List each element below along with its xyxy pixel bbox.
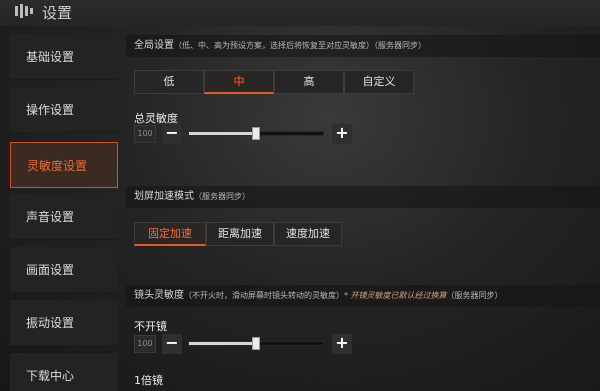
- no-scope-slider-thumb[interactable]: [252, 337, 260, 350]
- section-title: 镜头灵敏度: [134, 290, 184, 301]
- total-sensitivity-plus-button[interactable]: +: [332, 124, 352, 144]
- sidebar-item-label: 操作设置: [26, 103, 75, 117]
- gear-icon: [15, 4, 33, 18]
- no-scope-minus-button[interactable]: −: [162, 334, 182, 354]
- swipe-accel-header: 划屏加速模式（服务器同步）: [126, 186, 600, 208]
- accel-label: 速度加速: [286, 227, 330, 240]
- page-title: 设置: [42, 4, 73, 22]
- section-title: 全局设置: [134, 40, 174, 51]
- preset-medium-button[interactable]: 中: [204, 70, 274, 94]
- section-note: （不开火时，滑动屏幕时镜头转动的灵敏度）: [184, 291, 344, 300]
- accel-speed-button[interactable]: 速度加速: [274, 222, 342, 246]
- sidebar-item-basic[interactable]: 基础设置: [10, 34, 118, 80]
- accel-fixed-button[interactable]: 固定加速: [134, 222, 206, 246]
- sidebar-item-sound[interactable]: 声音设置: [10, 194, 118, 240]
- preset-label: 中: [233, 75, 245, 88]
- slider-fill: [189, 132, 256, 135]
- accel-label: 固定加速: [148, 227, 192, 240]
- sidebar-item-downloads[interactable]: 下载中心: [10, 353, 118, 391]
- section-note: （服务器同步）: [194, 192, 250, 201]
- preset-label: 自定义: [362, 75, 396, 88]
- section-warning: * 开镜灵敏度已默认经过换算: [344, 291, 447, 300]
- accel-distance-button[interactable]: 距离加速: [206, 222, 274, 246]
- sidebar-item-sensitivity[interactable]: 灵敏度设置: [10, 142, 118, 188]
- preset-high-button[interactable]: 高: [274, 70, 344, 94]
- accel-label: 距离加速: [218, 227, 262, 240]
- section-note: （低、中、高为预设方案，选择后将恢复至对应灵敏度）（服务器同步）: [174, 41, 426, 50]
- sidebar-item-label: 画面设置: [26, 263, 75, 277]
- sidebar-item-label: 基础设置: [26, 50, 75, 64]
- sidebar-item-label: 声音设置: [26, 210, 75, 224]
- section-title: 划屏加速模式: [134, 191, 194, 202]
- settings-header: 设置: [0, 0, 600, 26]
- global-settings-header: 全局设置（低、中、高为预设方案，选择后将恢复至对应灵敏度）（服务器同步）: [126, 35, 600, 57]
- no-scope-plus-button[interactable]: +: [332, 334, 352, 354]
- sidebar-item-graphics[interactable]: 画面设置: [10, 247, 118, 293]
- total-sensitivity-minus-button[interactable]: −: [162, 124, 182, 144]
- one-x-scope-label: 1倍镜: [134, 374, 163, 387]
- no-scope-value: 100: [134, 335, 156, 353]
- sidebar-item-label: 振动设置: [26, 316, 75, 330]
- section-sync-note: （服务器同步）: [446, 291, 503, 300]
- sidebar-item-label: 灵敏度设置: [27, 159, 88, 173]
- preset-low-button[interactable]: 低: [134, 70, 204, 94]
- preset-custom-button[interactable]: 自定义: [344, 70, 414, 94]
- total-sensitivity-slider-thumb[interactable]: [252, 127, 260, 140]
- sidebar-item-vibration[interactable]: 振动设置: [10, 300, 118, 346]
- preset-label: 低: [163, 75, 175, 88]
- slider-fill: [189, 342, 256, 345]
- sidebar-item-controls[interactable]: 操作设置: [10, 87, 118, 133]
- sidebar-item-label: 下载中心: [26, 369, 75, 383]
- no-scope-label: 不开镜: [134, 320, 167, 333]
- lens-sensitivity-header: 镜头灵敏度（不开火时，滑动屏幕时镜头转动的灵敏度）* 开镜灵敏度已默认经过换算（…: [126, 285, 600, 307]
- total-sensitivity-value: 100: [134, 125, 156, 143]
- preset-label: 高: [303, 75, 315, 88]
